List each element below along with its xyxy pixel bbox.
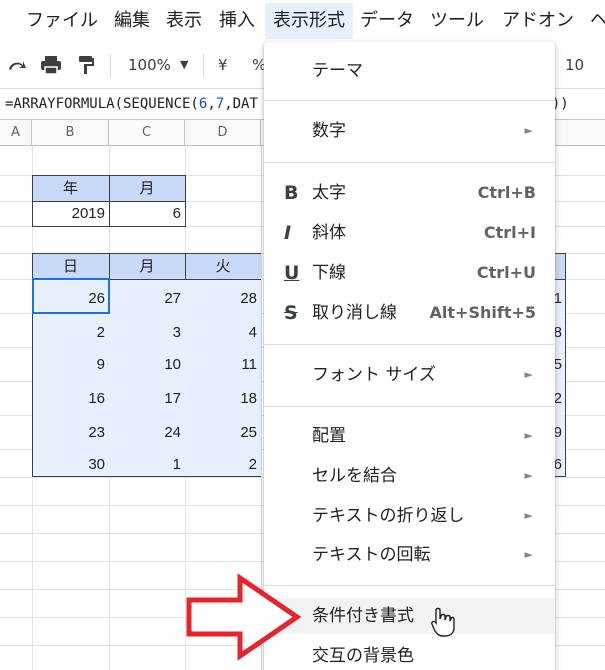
spreadsheet-window: ファイル 編集 表示 挿入 表示形式 データ ツール アドオン ヘ 100% ▼… xyxy=(0,0,605,670)
annotation-overlay xyxy=(186,573,455,661)
hand-cursor-icon xyxy=(431,607,455,637)
red-arrow-icon xyxy=(186,573,302,661)
